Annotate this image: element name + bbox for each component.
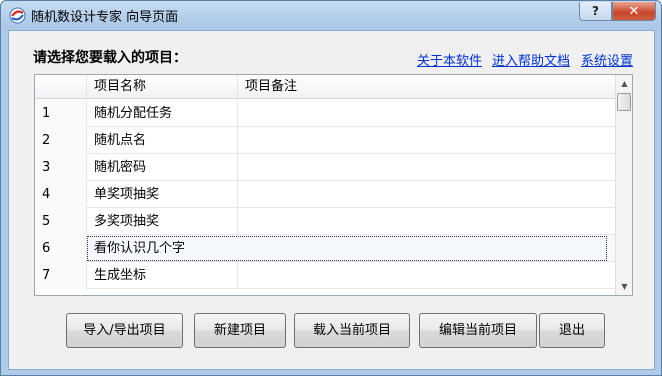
row-index: 3 (35, 154, 87, 181)
focus-rectangle (87, 236, 607, 261)
window-title: 随机数设计专家 向导页面 (31, 10, 179, 25)
table-row[interactable]: 7 生成坐标 (35, 262, 615, 289)
table-row[interactable]: 4 单奖项抽奖 (35, 181, 615, 208)
row-project-note[interactable] (238, 262, 615, 289)
row-project-name[interactable]: 单奖项抽奖 (87, 181, 238, 208)
help-button[interactable]: ? (579, 2, 612, 21)
scroll-down-arrow-icon[interactable]: ▼ (620, 282, 629, 291)
prompt-label: 请选择您要载入的项目： (33, 50, 187, 66)
project-grid[interactable]: 项目名称 项目备注 1 随机分配任务 2 随机点名 3 随机密码 4 单奖项抽奖 (34, 74, 633, 296)
table-row[interactable]: 1 随机分配任务 (35, 100, 615, 127)
close-button[interactable]: ✕ (612, 2, 656, 21)
row-project-name[interactable]: 随机分配任务 (87, 100, 238, 127)
settings-link[interactable]: 系统设置 (581, 50, 633, 69)
header-project-name[interactable]: 项目名称 (87, 75, 238, 99)
row-project-note[interactable] (238, 181, 615, 208)
row-project-note[interactable] (238, 154, 615, 181)
scrollbar-thumb[interactable] (617, 93, 631, 111)
table-row[interactable]: 2 随机点名 (35, 127, 615, 154)
title-bar[interactable]: 随机数设计专家 向导页面 ? ✕ (1, 1, 661, 29)
scroll-up-arrow-icon[interactable]: ▲ (620, 79, 629, 88)
row-project-note[interactable] (238, 208, 615, 235)
header-index[interactable] (35, 75, 87, 99)
row-index: 2 (35, 127, 87, 154)
about-link[interactable]: 关于本软件 (417, 50, 482, 69)
row-index: 6 (35, 235, 87, 262)
import-export-button[interactable]: 导入/导出项目 (66, 313, 183, 348)
row-project-note[interactable] (238, 127, 615, 154)
row-index: 4 (35, 181, 87, 208)
app-logo-icon (9, 7, 26, 24)
row-project-name[interactable]: 随机点名 (87, 127, 238, 154)
row-project-name[interactable]: 生成坐标 (87, 262, 238, 289)
row-project-note[interactable] (238, 100, 615, 127)
edit-project-button[interactable]: 编辑当前项目 (419, 313, 537, 348)
vertical-scrollbar[interactable]: ▲ ▼ (615, 75, 632, 295)
close-icon: ✕ (628, 3, 640, 19)
help-icon: ? (592, 4, 599, 18)
grid-header: 项目名称 项目备注 (35, 75, 615, 99)
row-index: 7 (35, 262, 87, 289)
load-project-button[interactable]: 载入当前项目 (294, 313, 410, 348)
table-row-selected[interactable]: 6 看你认识几个字 (35, 235, 615, 262)
row-project-name[interactable]: 多奖项抽奖 (87, 208, 238, 235)
help-docs-link[interactable]: 进入帮助文档 (492, 50, 570, 69)
exit-button[interactable]: 退出 (539, 313, 605, 348)
row-project-name[interactable]: 随机密码 (87, 154, 238, 181)
row-index: 1 (35, 100, 87, 127)
header-project-note[interactable]: 项目备注 (238, 75, 615, 99)
new-project-button[interactable]: 新建项目 (194, 313, 286, 348)
table-row[interactable]: 5 多奖项抽奖 (35, 208, 615, 235)
row-index: 5 (35, 208, 87, 235)
table-row[interactable]: 3 随机密码 (35, 154, 615, 181)
main-window: 随机数设计专家 向导页面 ? ✕ 请选择您要载入的项目： 关于本软件 进入帮助文… (0, 0, 662, 376)
wizard-panel: 请选择您要载入的项目： 关于本软件 进入帮助文档 系统设置 项目名称 项目备注 … (8, 30, 655, 370)
